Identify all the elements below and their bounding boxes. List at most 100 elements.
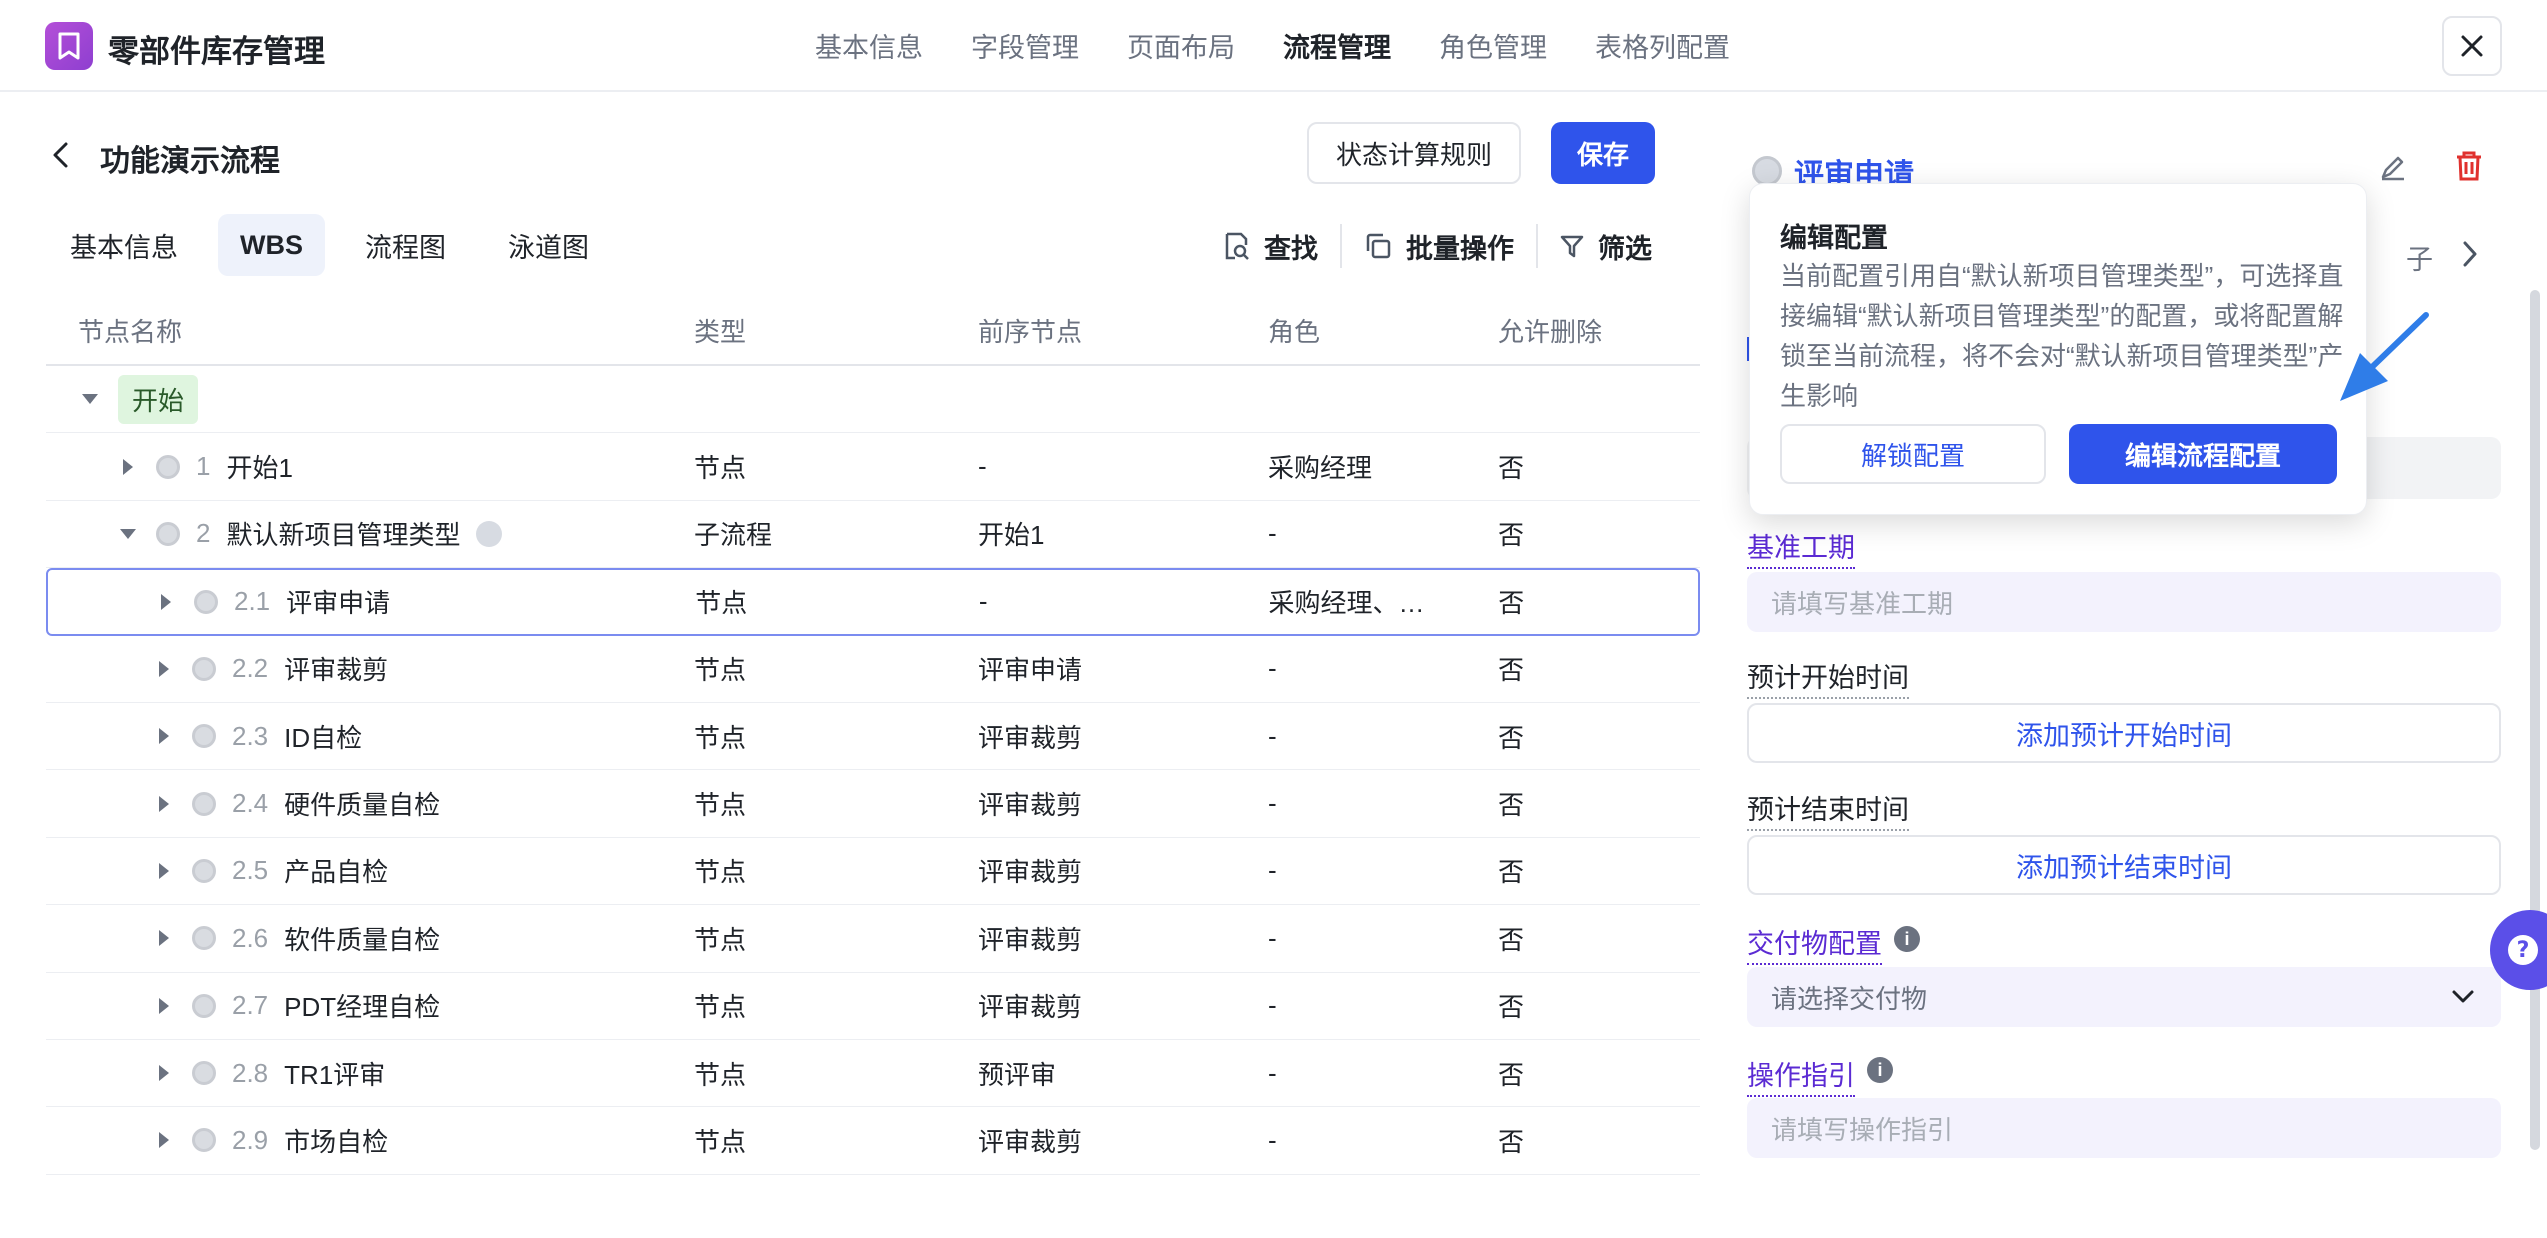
caret-down-icon[interactable] (78, 387, 102, 411)
add-end-time-button[interactable]: 添加预计结束时间 (1747, 835, 2501, 895)
filter-icon (1560, 235, 1584, 258)
table-row[interactable]: 2.4 硬件质量自检 节点 评审裁剪 - 否 (46, 770, 1700, 838)
find-button[interactable]: 查找 (1200, 222, 1340, 270)
batch-operation-button[interactable]: 批量操作 (1342, 222, 1536, 270)
node-allow-delete: 否 (1498, 1059, 1525, 1090)
status-dot-icon (192, 1061, 216, 1086)
back-button[interactable] (48, 138, 78, 172)
table-row[interactable]: 2.3 ID自检 节点 评审裁剪 - 否 (46, 703, 1700, 771)
node-name: 市场自检 (284, 1126, 389, 1157)
header-allow-delete: 允许删除 (1498, 316, 1603, 347)
table-toolbar: 查找 批量操作 筛选 (1200, 218, 1674, 274)
node-type: 节点 (694, 924, 747, 955)
caret-right-icon[interactable] (152, 994, 176, 1018)
table-row[interactable]: 2.8 TR1评审 节点 预评审 - 否 (46, 1040, 1700, 1108)
table-row[interactable]: 2.2 评审裁剪 节点 评审申请 - 否 (46, 636, 1700, 703)
save-button[interactable]: 保存 (1551, 122, 1655, 184)
svg-text:?: ? (2517, 938, 2530, 963)
node-role: - (1268, 653, 1277, 684)
tab-page-layout[interactable]: 页面布局 (1127, 26, 1235, 65)
caret-down-icon[interactable] (116, 522, 140, 546)
delete-button[interactable] (2454, 150, 2484, 187)
node-predecessor: - (978, 586, 988, 617)
node-allow-delete: 否 (1498, 722, 1525, 753)
edit-button[interactable] (2378, 152, 2408, 187)
tab-process-management[interactable]: 流程管理 (1283, 26, 1391, 65)
status-rule-button[interactable]: 状态计算规则 (1307, 122, 1521, 184)
info-icon[interactable]: i (1867, 1057, 1893, 1083)
popover-title: 编辑配置 (1780, 223, 1888, 253)
table-row[interactable]: 2 默认新项目管理类型 子流程 开始1 - 否 (46, 501, 1700, 569)
tab-role-management[interactable]: 角色管理 (1439, 26, 1547, 65)
close-button[interactable] (2442, 16, 2502, 76)
edit-config-popover: 编辑配置 当前配置引用自“默认新项目管理类型”，可选择直接编辑“默认新项目管理类… (1749, 183, 2367, 515)
info-icon[interactable]: i (1894, 926, 1920, 952)
caret-right-icon[interactable] (152, 1128, 176, 1152)
status-dot-icon (192, 724, 216, 749)
subtab-swimlane[interactable]: 泳道图 (486, 214, 611, 276)
table-row[interactable]: 1 开始1 节点 - 采购经理 否 (46, 433, 1700, 501)
table-row[interactable]: 2.7 PDT经理自检 节点 评审裁剪 - 否 (46, 973, 1700, 1040)
node-allow-delete: 否 (1498, 1126, 1525, 1157)
chevron-right-icon[interactable] (2460, 238, 2480, 275)
caret-right-icon[interactable] (152, 724, 176, 748)
deliverable-placeholder: 请选择交付物 (1771, 983, 1928, 1014)
caret-right-icon[interactable] (154, 590, 178, 614)
caret-right-icon[interactable] (152, 859, 176, 883)
annotation-arrow-icon (2340, 312, 2429, 401)
node-predecessor: 评审裁剪 (978, 1126, 1083, 1157)
guide-input[interactable]: 请填写操作指引 (1747, 1098, 2501, 1158)
node-type: 节点 (694, 655, 747, 686)
header-role: 角色 (1268, 316, 1321, 347)
duration-label: 基准工期 (1747, 526, 1855, 569)
node-number: 2.7 (232, 990, 269, 1021)
node-type: 节点 (694, 722, 747, 753)
tab-table-column-config[interactable]: 表格列配置 (1595, 26, 1730, 65)
panel-sub-tab[interactable]: 子 (2406, 238, 2433, 277)
caret-right-icon[interactable] (152, 926, 176, 950)
filter-button[interactable]: 筛选 (1538, 222, 1674, 270)
node-predecessor: 评审裁剪 (978, 790, 1083, 821)
subtab-flowchart[interactable]: 流程图 (343, 214, 468, 276)
node-role: - (1268, 720, 1277, 751)
caret-right-icon[interactable] (152, 792, 176, 816)
subtab-basic-info[interactable]: 基本信息 (48, 214, 200, 276)
duration-input[interactable]: 请填写基准工期 (1747, 572, 2501, 632)
unlock-config-button[interactable]: 解锁配置 (1780, 424, 2046, 484)
status-dot-icon (156, 521, 180, 546)
pencil-icon (2381, 156, 2404, 181)
edit-process-config-button[interactable]: 编辑流程配置 (2069, 424, 2337, 484)
wbs-table: 节点名称 类型 前序节点 角色 允许删除 开始 1 开始1 节点 - 采购经理否 2 默认新… (46, 296, 1700, 1175)
node-type: 节点 (695, 588, 748, 619)
caret-right-icon[interactable] (152, 657, 176, 681)
sub-tabs: 基本信息 WBS 流程图 泳道图 (48, 214, 629, 276)
add-start-time-button[interactable]: 添加预计开始时间 (1747, 703, 2501, 763)
node-predecessor: 评审裁剪 (978, 992, 1083, 1023)
tab-field-management[interactable]: 字段管理 (971, 26, 1079, 65)
node-allow-delete: 否 (1498, 453, 1525, 484)
caret-right-icon[interactable] (116, 455, 140, 479)
table-header: 节点名称 类型 前序节点 角色 允许删除 (46, 296, 1700, 366)
node-number: 2.9 (232, 1124, 269, 1155)
deliverable-select[interactable]: 请选择交付物 (1747, 967, 2501, 1027)
scrollbar[interactable] (2530, 290, 2540, 1150)
table-row[interactable]: 2.6 软件质量自检 节点 评审裁剪 - 否 (46, 905, 1700, 973)
caret-right-icon[interactable] (152, 1061, 176, 1085)
node-predecessor: - (978, 451, 987, 482)
table-row-start[interactable]: 开始 (46, 366, 1700, 434)
node-role: - (1268, 788, 1277, 819)
node-type: 节点 (694, 1059, 747, 1090)
table-row[interactable]: 2.9 市场自检 节点 评审裁剪 - 否 (46, 1107, 1700, 1175)
subtab-wbs[interactable]: WBS (218, 214, 325, 276)
chevron-left-icon (53, 142, 68, 168)
status-dot-icon (192, 1128, 216, 1153)
guide-label: 操作指引 (1747, 1054, 1855, 1097)
node-number: 2.6 (232, 922, 269, 953)
tab-basic-info[interactable]: 基本信息 (815, 26, 923, 65)
table-row[interactable]: 2.1 评审申请 节点 - 采购经理、… 否 (46, 568, 1700, 636)
node-allow-delete: 否 (1498, 790, 1525, 821)
node-type: 节点 (694, 453, 747, 484)
node-name: 开始1 (226, 453, 293, 484)
table-row[interactable]: 2.5 产品自检 节点 评审裁剪 - 否 (46, 838, 1700, 906)
node-role: 采购经理、… (1268, 588, 1425, 619)
